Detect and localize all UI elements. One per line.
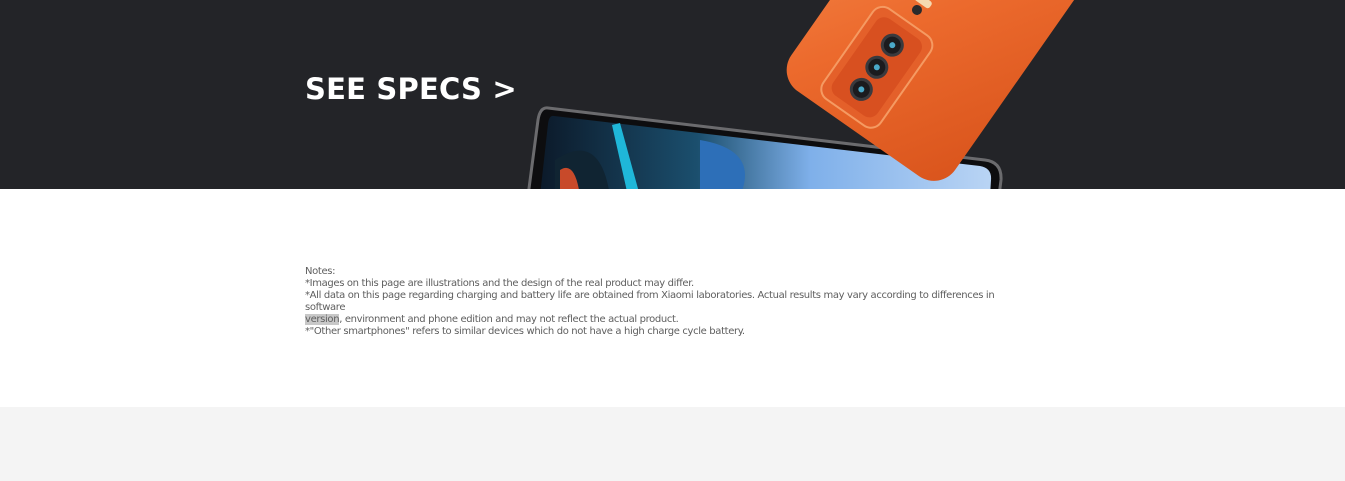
note-battery-disclaimer-rest: , environment and phone edition and may … — [339, 314, 679, 325]
product-image — [527, 0, 1103, 189]
legal-notes: Notes: *Images on this page are illustra… — [305, 266, 1035, 338]
note-battery-disclaimer-continued: version, environment and phone edition a… — [305, 314, 1035, 326]
note-other-smartphones: *"Other smartphones" refers to similar d… — [305, 326, 745, 337]
hero-banner: SEE SPECS > — [0, 0, 1345, 189]
note-battery-disclaimer: *All data on this page regarding chargin… — [305, 290, 995, 313]
footer-band — [0, 407, 1345, 481]
notes-heading: Notes: — [305, 266, 336, 277]
selected-text-highlight: version — [305, 314, 340, 325]
notes-section: Notes: *Images on this page are illustra… — [0, 189, 1345, 407]
see-specs-link[interactable]: SEE SPECS > — [305, 72, 517, 106]
note-images-disclaimer: *Images on this page are illustrations a… — [305, 278, 694, 289]
